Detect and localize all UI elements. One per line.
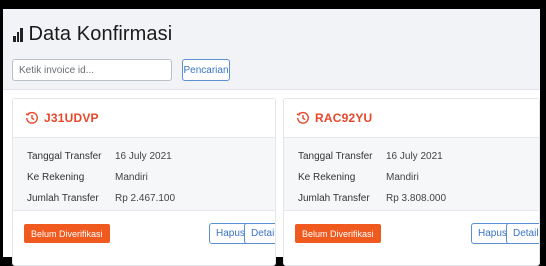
detail-button[interactable]: Detail bbox=[506, 223, 539, 244]
search-button[interactable]: Pencarian bbox=[182, 59, 230, 81]
detail-label: Ke Rekening bbox=[298, 172, 356, 183]
detail-value: Mandiri bbox=[115, 172, 148, 183]
detail-value: 16 July 2021 bbox=[115, 151, 172, 162]
detail-label: Tanggal Transfer bbox=[27, 151, 102, 162]
page-title: Data Konfirmasi bbox=[28, 23, 173, 45]
history-icon bbox=[25, 111, 38, 124]
detail-row-transfer-date: Tanggal Transfer 16 July 2021 bbox=[13, 146, 275, 167]
app-frame: Data Konfirmasi Pencarian J31UDVP Tangga… bbox=[3, 9, 540, 266]
history-icon bbox=[296, 111, 309, 124]
detail-value: Mandiri bbox=[386, 172, 419, 183]
detail-value: Rp 2.467.100 bbox=[115, 193, 176, 204]
detail-row-amount: Jumlah Transfer Rp 2.467.100 bbox=[13, 188, 275, 209]
card-details: Tanggal Transfer 16 July 2021 Ke Rekenin… bbox=[13, 138, 275, 211]
detail-label: Jumlah Transfer bbox=[298, 193, 370, 204]
detail-row-amount: Jumlah Transfer Rp 3.808.000 bbox=[284, 188, 539, 209]
invoice-id: RAC92YU bbox=[315, 111, 373, 125]
card-footer: Belum Diverifikasi Hapus Detail bbox=[284, 211, 539, 265]
detail-row-account: Ke Rekening Mandiri bbox=[13, 167, 275, 188]
detail-label: Tanggal Transfer bbox=[298, 151, 373, 162]
title-row: Data Konfirmasi bbox=[13, 23, 172, 46]
card-header: RAC92YU bbox=[284, 99, 539, 138]
detail-row-account: Ke Rekening Mandiri bbox=[284, 167, 539, 188]
confirmation-card: J31UDVP Tanggal Transfer 16 July 2021 Ke… bbox=[12, 98, 276, 266]
card-footer: Belum Diverifikasi Hapus Detail bbox=[13, 211, 275, 265]
page-header: Data Konfirmasi Pencarian bbox=[3, 9, 540, 90]
invoice-id: J31UDVP bbox=[44, 111, 99, 125]
unverified-status-button[interactable]: Belum Diverifikasi bbox=[24, 224, 110, 243]
confirmation-card: RAC92YU Tanggal Transfer 16 July 2021 Ke… bbox=[283, 98, 540, 266]
detail-value: 16 July 2021 bbox=[386, 151, 443, 162]
card-details: Tanggal Transfer 16 July 2021 Ke Rekenin… bbox=[284, 138, 539, 211]
detail-row-transfer-date: Tanggal Transfer 16 July 2021 bbox=[284, 146, 539, 167]
detail-label: Ke Rekening bbox=[27, 172, 85, 183]
bar-chart-icon bbox=[13, 27, 23, 42]
detail-label: Jumlah Transfer bbox=[27, 193, 99, 204]
card-header: J31UDVP bbox=[13, 99, 275, 138]
detail-value: Rp 3.808.000 bbox=[386, 193, 447, 204]
invoice-search-input[interactable] bbox=[12, 59, 172, 81]
unverified-status-button[interactable]: Belum Diverifikasi bbox=[295, 224, 381, 243]
detail-button[interactable]: Detail bbox=[244, 223, 275, 244]
